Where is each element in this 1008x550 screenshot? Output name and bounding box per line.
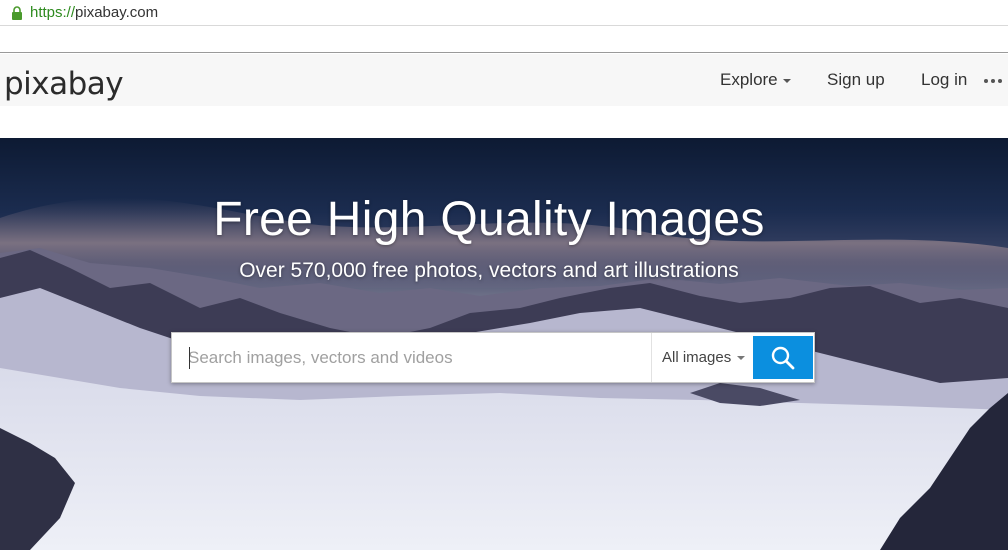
media-type-dropdown[interactable]: All images	[651, 333, 751, 382]
chevron-down-icon	[782, 78, 791, 83]
media-type-selected: All images	[662, 349, 732, 366]
chevron-down-icon	[737, 355, 746, 360]
browser-address-bar[interactable]: https://pixabay.com	[0, 0, 1008, 26]
nav-signup[interactable]: Sign up	[827, 70, 885, 90]
nav-explore[interactable]: Explore	[720, 70, 791, 90]
hero-banner: Free High Quality Images Over 570,000 fr…	[0, 138, 1008, 550]
hero-title: Free High Quality Images	[213, 193, 765, 246]
search-icon	[771, 346, 795, 369]
search-input[interactable]	[188, 343, 648, 373]
text-cursor	[189, 347, 190, 369]
hero-subtitle: Over 570,000 free photos, vectors and ar…	[239, 259, 739, 282]
search-bar: All images	[171, 332, 815, 383]
lock-icon	[12, 5, 22, 20]
site-header: pixabay Explore Sign up Log in	[0, 54, 1008, 106]
browser-url[interactable]: https://pixabay.com	[30, 4, 158, 21]
url-host: pixabay.com	[75, 4, 159, 21]
url-scheme: https://	[30, 4, 76, 21]
more-icon[interactable]	[984, 79, 1002, 83]
search-button[interactable]	[753, 336, 813, 379]
site-logo[interactable]: pixabay	[4, 66, 124, 102]
nav-login[interactable]: Log in	[921, 70, 967, 90]
nav-explore-label: Explore	[720, 70, 778, 89]
browser-toolbar-gap	[0, 27, 1008, 53]
header-spacer	[0, 106, 1008, 138]
